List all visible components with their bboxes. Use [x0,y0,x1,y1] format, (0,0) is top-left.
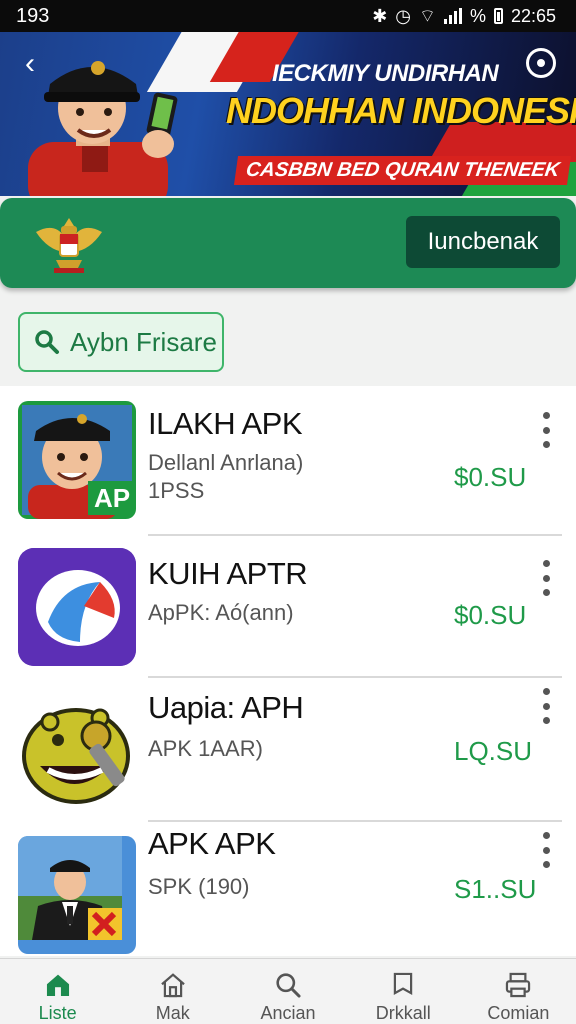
back-button[interactable]: ‹ [14,48,46,80]
nav-item-drkkall[interactable]: Drkkall [346,959,461,1024]
banner-officer-illustration [28,61,178,196]
status-right-time: 22:65 [510,5,556,26]
app-title: ILAKH APK [148,406,303,441]
app-icon [18,836,136,954]
house-outline-icon [161,973,185,998]
nav-item-mak[interactable]: Mak [115,959,230,1024]
list-item[interactable]: Uapia: APH APK 1AAR) LQ.SU [0,678,576,824]
banner-tagline: CASBBN BED QURAN THENEEK [233,156,572,185]
nav-label: Drkkall [375,1003,431,1023]
printer-icon [506,972,531,998]
nav-label: Ancian [260,1003,316,1023]
status-bar: 193 ✱ ◷ ⌔ % 22:65 [0,0,576,32]
list-item[interactable]: AP ILAKH APK Dellanl Anrlana) 1PSS $0.SU [0,386,576,532]
app-meta: 1PSS [148,478,205,503]
banner-line-1: IECKMIY UNDIRHAN [272,60,499,87]
percent-icon: % [469,5,486,26]
officer-suit-app-icon [18,836,122,940]
app-price: LQ.SU [454,736,533,766]
wifi-icon: ⌔ [419,5,436,26]
search-icon [276,973,301,998]
nav-label: Mak [155,1003,190,1023]
emoji-app-icon [22,708,130,804]
app-price: $0.SU [454,462,527,492]
search-chip[interactable]: Aybn Frisare [18,312,224,372]
app-icon: AP [18,401,136,519]
ball-app-icon [18,548,136,666]
nav-item-ancian[interactable]: Ancian [230,959,345,1024]
bottom-nav: Liste Mak Ancian Drkkall Comian [0,958,576,1024]
signal-icon [443,8,462,24]
more-options-icon[interactable] [536,412,556,448]
app-title: APK APK [148,826,276,861]
banner-headline: NDOHHAN INDONESIA [226,90,576,131]
app-subtitle: APK 1AAR) [148,736,263,761]
battery-icon [493,8,503,24]
more-options-icon[interactable] [536,832,556,868]
app-subtitle: SPK (190) [148,874,250,899]
app-price: $0.SU [454,600,527,630]
app-icon-badge: AP [94,483,131,513]
app-icon [18,692,136,810]
search-icon [35,330,59,354]
promo-banner[interactable]: ‹ IECKMIY UNDIRHAN NDOHHAN INDONESIA CAS… [0,32,576,196]
garuda-emblem-icon [36,218,102,273]
list-item[interactable]: KUIH APTR ApPK: Aó(ann) $0.SU [0,536,576,682]
nav-item-liste[interactable]: Liste [0,959,115,1024]
bluetooth-icon: ✱ [372,5,388,26]
record-icon[interactable] [526,48,556,78]
nav-label: Comian [487,1003,550,1023]
status-icons: ✱ ◷ ⌔ % 22:65 [372,5,556,28]
app-title: Uapia: APH [148,690,304,725]
nav-label: Liste [38,1003,77,1023]
launch-button[interactable]: Iuncbenak [406,216,560,268]
bookmark-icon [393,972,413,995]
search-chip-label: Aybn Frisare [70,326,217,357]
app-icon [18,548,136,666]
nav-item-comian[interactable]: Comian [461,959,576,1024]
more-options-icon[interactable] [536,688,556,724]
app-subtitle: ApPK: Aó(ann) [148,600,294,625]
app-subtitle: Dellanl Anrlana) [148,450,304,475]
app-title: KUIH APTR [148,556,308,591]
status-left-time: 193 [16,4,50,27]
home-icon [46,974,69,997]
list-item[interactable]: APK APK SPK (190) S1..SU [0,822,576,968]
alarm-icon: ◷ [395,5,412,26]
app-list: AP ILAKH APK Dellanl Anrlana) 1PSS $0.SU… [0,386,576,956]
app-price: S1..SU [454,874,537,904]
more-options-icon[interactable] [536,560,556,596]
